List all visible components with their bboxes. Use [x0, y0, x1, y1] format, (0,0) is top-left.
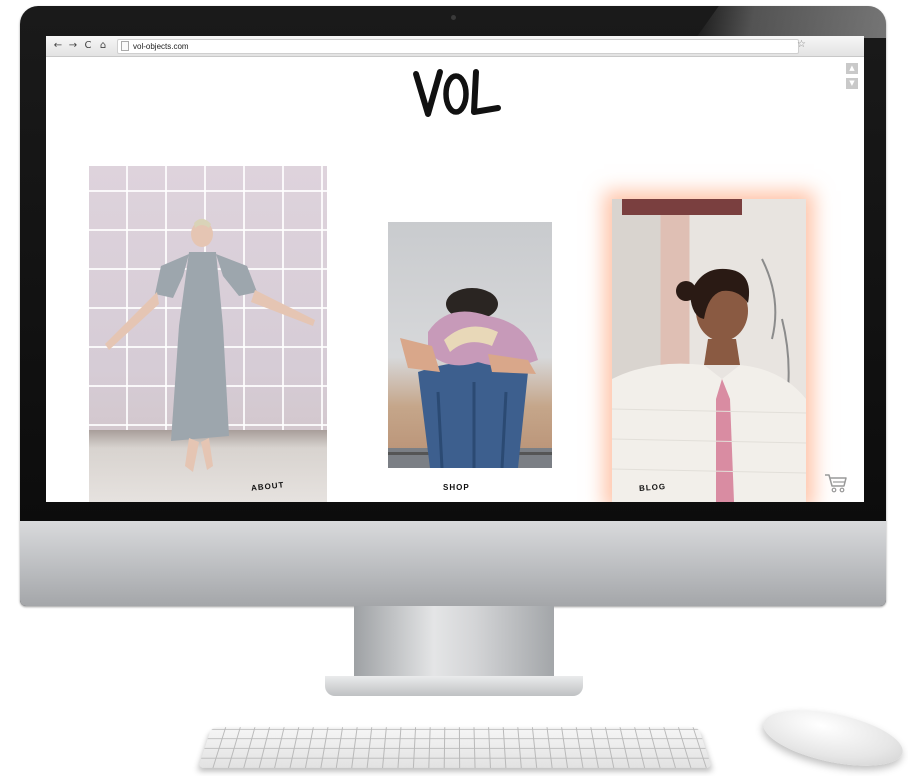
bezel-glare [696, 6, 886, 38]
blog-label[interactable]: BLOG [639, 482, 667, 493]
url-text[interactable]: vol-objects.com [133, 42, 189, 51]
shop-photo-figure [388, 288, 552, 468]
monitor-chin [20, 521, 886, 606]
reload-icon[interactable]: C [82, 39, 94, 53]
home-icon[interactable]: ⌂ [97, 39, 109, 53]
shop-label[interactable]: SHOP [443, 483, 470, 492]
site-logo[interactable] [412, 66, 502, 122]
about-photo-figure [105, 218, 315, 472]
browser-toolbar: ← → C ⌂ vol-objects.com ☆ [46, 36, 864, 57]
keyboard [198, 727, 712, 768]
monitor-stand-base [325, 676, 583, 696]
browser-window: ← → C ⌂ vol-objects.com ☆ ▲ ▼ ABOUT SHOP… [46, 36, 864, 502]
scroll-up-button[interactable]: ▲ [846, 63, 858, 74]
monitor-stand [354, 606, 554, 678]
blog-tile[interactable] [612, 199, 806, 502]
page-icon [121, 41, 129, 51]
address-bar[interactable]: vol-objects.com [117, 38, 799, 54]
shop-tile[interactable] [388, 222, 552, 468]
mouse [758, 699, 908, 776]
about-tile[interactable]: ABOUT [89, 166, 327, 502]
forward-icon[interactable]: → [67, 39, 79, 53]
cart-icon[interactable] [824, 472, 848, 494]
back-icon[interactable]: ← [52, 39, 64, 53]
imac-monitor: ← → C ⌂ vol-objects.com ☆ ▲ ▼ ABOUT SHOP… [20, 6, 886, 606]
blog-photo-figure [612, 258, 806, 502]
camera-icon [451, 15, 456, 20]
scroll-down-button[interactable]: ▼ [846, 78, 858, 89]
bookmark-star-icon[interactable]: ☆ [797, 39, 806, 50]
